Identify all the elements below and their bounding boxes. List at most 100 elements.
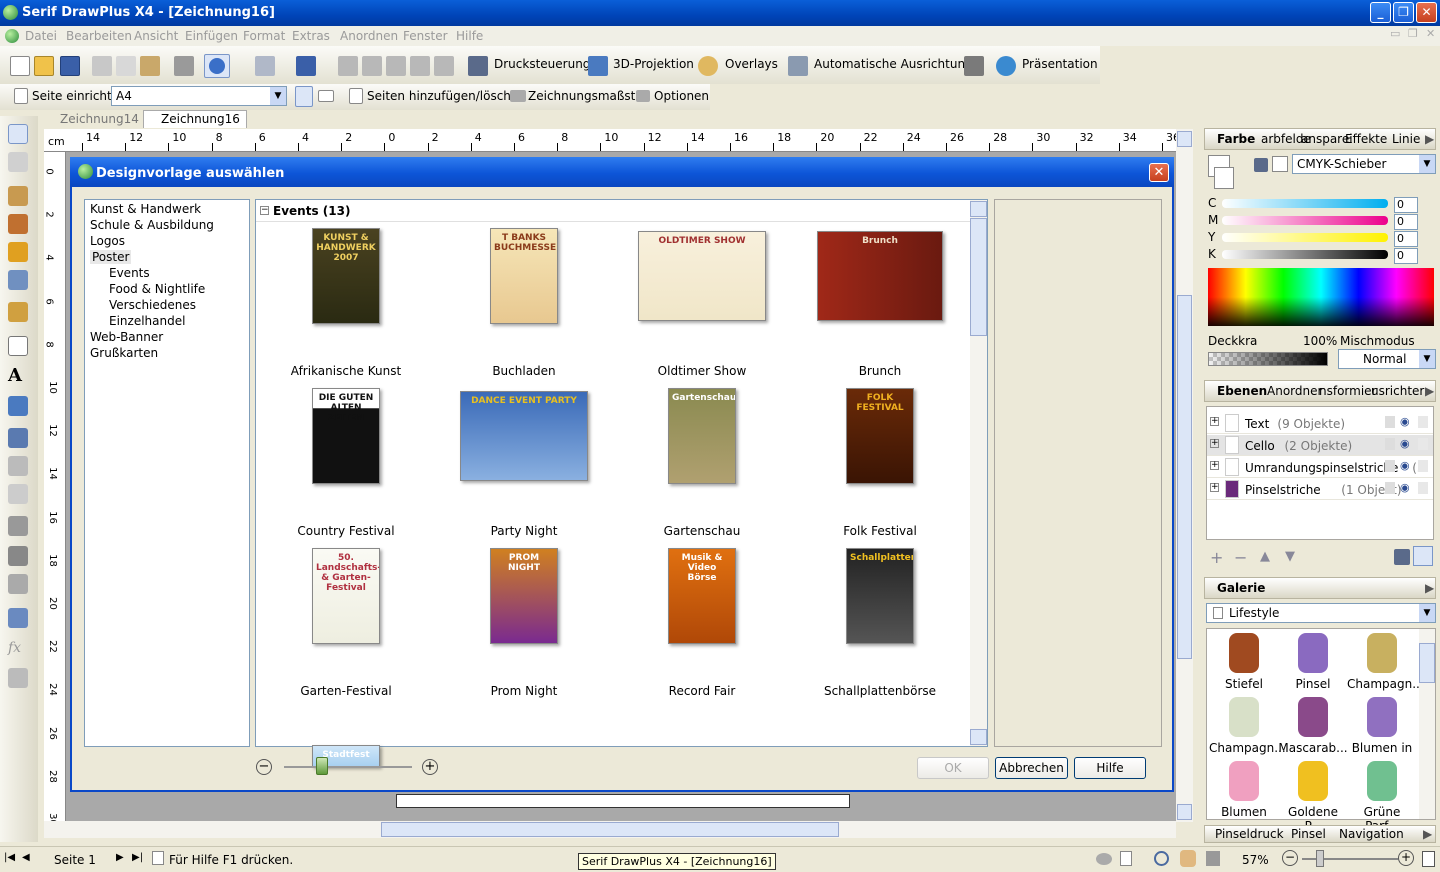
gallery-item-label[interactable]: Blumen xyxy=(1209,805,1279,819)
category-item[interactable]: Einzelhandel xyxy=(109,314,185,328)
category-item[interactable]: Poster xyxy=(90,250,132,264)
tab-zeichnung14[interactable]: Zeichnung14 * xyxy=(60,112,149,126)
template-thumbnail[interactable]: DANCE EVENT PARTY xyxy=(460,391,588,481)
template-thumbnail[interactable]: KUNST & HANDWERK 2007 xyxy=(312,228,380,324)
template-thumbnail[interactable]: PROM NIGHT xyxy=(490,548,558,644)
lock-icon[interactable] xyxy=(1418,460,1428,472)
scale-icon[interactable] xyxy=(510,90,526,102)
template-caption[interactable]: Afrikanische Kunst xyxy=(257,364,435,378)
channel-slider[interactable] xyxy=(1222,199,1388,208)
tab-pinseldruck[interactable]: Pinseldruck xyxy=(1215,827,1284,841)
page-area[interactable] xyxy=(396,794,850,808)
gallery-scrollbar[interactable] xyxy=(970,200,987,746)
gallery-category-select[interactable]: Lifestyle ▼ xyxy=(1206,603,1436,623)
template-thumbnail[interactable]: FOLK FESTIVAL xyxy=(846,388,914,484)
expand-icon[interactable]: + xyxy=(1210,483,1219,492)
template-caption[interactable]: Party Night xyxy=(435,524,613,538)
fill-color-swatch[interactable] xyxy=(1214,167,1234,189)
delete-layer-icon[interactable]: − xyxy=(1234,548,1247,567)
template-caption[interactable]: Record Fair xyxy=(613,684,791,698)
template-thumbnail[interactable]: T BANKS BUCHMESSE xyxy=(490,228,558,324)
minimize-button[interactable]: _ xyxy=(1370,2,1391,23)
scroll-up-icon[interactable] xyxy=(1177,131,1192,147)
horizontal-scrollbar[interactable] xyxy=(44,821,1176,838)
gallery-items-scroll-thumb[interactable] xyxy=(1419,643,1435,683)
layer-row[interactable]: +Umrandungspinselstriche(5◉ xyxy=(1207,457,1433,478)
redo-icon[interactable] xyxy=(296,56,316,76)
overlays-icon[interactable] xyxy=(698,56,718,76)
color-spectrum[interactable] xyxy=(1208,268,1434,326)
chevron-down-icon[interactable]: ▼ xyxy=(1419,604,1435,622)
template-caption[interactable]: Garten-Festival xyxy=(257,684,435,698)
gallery-item-image[interactable] xyxy=(1229,633,1259,673)
gallery-item-image[interactable] xyxy=(1229,761,1259,801)
eye-icon[interactable]: ◉ xyxy=(1400,481,1410,494)
gallery-title[interactable]: Galerie xyxy=(1217,581,1265,595)
gallery-item-image[interactable] xyxy=(1229,697,1259,737)
template-caption[interactable]: Oldtimer Show xyxy=(613,364,791,378)
horizontal-scroll-thumb[interactable] xyxy=(381,822,839,837)
gallery-item-image[interactable] xyxy=(1298,761,1328,801)
print-control-icon[interactable] xyxy=(468,56,488,76)
flip-vertical-icon[interactable] xyxy=(362,56,382,76)
pen-tool-icon[interactable] xyxy=(8,242,28,262)
mdi-restore-icon[interactable]: ❐ xyxy=(1408,27,1418,40)
tab-transformieren[interactable]: nsformier xyxy=(1319,384,1377,398)
3d-projektion-button[interactable]: 3D-Projektion xyxy=(613,57,694,71)
stamp-tool-icon[interactable] xyxy=(8,516,28,536)
template-caption[interactable]: Prom Night xyxy=(435,684,613,698)
template-thumbnail[interactable]: Schallplattenbörse xyxy=(846,548,914,644)
dialog-close-button[interactable]: ✕ xyxy=(1149,163,1169,182)
chevron-down-icon[interactable]: ▼ xyxy=(1419,350,1435,368)
gallery-item-image[interactable] xyxy=(1367,761,1397,801)
pencil-tool-icon[interactable] xyxy=(8,186,28,206)
drucksteuerung-button[interactable]: Drucksteuerung xyxy=(494,57,590,71)
zoom-tool-icon[interactable] xyxy=(1154,851,1169,866)
add-pages-icon[interactable] xyxy=(349,88,363,104)
zoom-options-icon[interactable] xyxy=(1206,851,1220,866)
template-caption[interactable]: Folk Festival xyxy=(791,524,969,538)
page-size-select[interactable]: A4 ▼ xyxy=(111,86,287,106)
channel-slider[interactable] xyxy=(1222,250,1388,259)
template-thumbnail[interactable]: Gartenschau xyxy=(668,388,736,484)
mdi-close-icon[interactable]: ✕ xyxy=(1426,27,1435,40)
rotate-icon[interactable] xyxy=(386,56,406,76)
category-item[interactable]: Food & Nightlife xyxy=(109,282,205,296)
template-thumbnail[interactable]: DIE GUTEN ALTEN ZEITEN xyxy=(312,388,380,484)
close-button[interactable]: ✕ xyxy=(1416,2,1437,23)
help-button[interactable]: Hilfe xyxy=(1074,757,1146,779)
eye-icon[interactable]: ◉ xyxy=(1400,459,1410,472)
tab-navigation[interactable]: Navigation xyxy=(1339,827,1404,841)
panel-arrow-icon[interactable]: ▶ xyxy=(1425,132,1434,146)
category-item[interactable]: Logos xyxy=(90,234,125,248)
category-item[interactable]: Kunst & Handwerk xyxy=(90,202,201,216)
eyedropper-tool-icon[interactable] xyxy=(8,428,28,448)
channel-value[interactable]: 0 xyxy=(1394,248,1418,264)
no-color-icon[interactable] xyxy=(1272,156,1288,172)
connector-tool-icon[interactable] xyxy=(8,270,28,290)
first-page-icon[interactable]: |◀ xyxy=(4,852,15,863)
menu-fenster[interactable]: Fenster xyxy=(403,29,448,43)
template-caption[interactable]: Brunch xyxy=(791,364,969,378)
gallery-scroll-thumb[interactable] xyxy=(970,218,987,336)
options-icon[interactable] xyxy=(636,90,650,102)
eye-icon[interactable]: ◉ xyxy=(1400,415,1410,428)
menu-bearbeiten[interactable]: Bearbeiten xyxy=(66,29,132,43)
template-thumbnail[interactable]: OLDTIMER SHOW xyxy=(638,231,766,321)
lock-icon[interactable] xyxy=(1418,482,1428,494)
landscape-icon[interactable] xyxy=(318,90,334,102)
tab-pinsel[interactable]: Pinsel xyxy=(1291,827,1326,841)
layer-row[interactable]: + Cello (2 Objekte) ◉ xyxy=(1207,435,1433,456)
text-tool-icon[interactable]: A xyxy=(8,366,28,386)
crop-tool-icon[interactable] xyxy=(8,546,28,566)
template-caption[interactable]: Schallplattenbörse xyxy=(791,684,969,698)
menu-datei[interactable]: Datei xyxy=(25,29,57,43)
thumb-size-handle[interactable] xyxy=(316,757,328,775)
menu-hilfe[interactable]: Hilfe xyxy=(456,29,483,43)
zoom-out-icon[interactable]: − xyxy=(256,759,272,775)
portrait-icon[interactable] xyxy=(295,86,313,107)
status-zoom-in-icon[interactable]: + xyxy=(1398,850,1414,866)
undo-icon[interactable] xyxy=(255,56,275,76)
eraser-tool-icon[interactable] xyxy=(8,302,28,322)
tab-zeichnung16[interactable]: Zeichnung16 xyxy=(143,110,247,128)
